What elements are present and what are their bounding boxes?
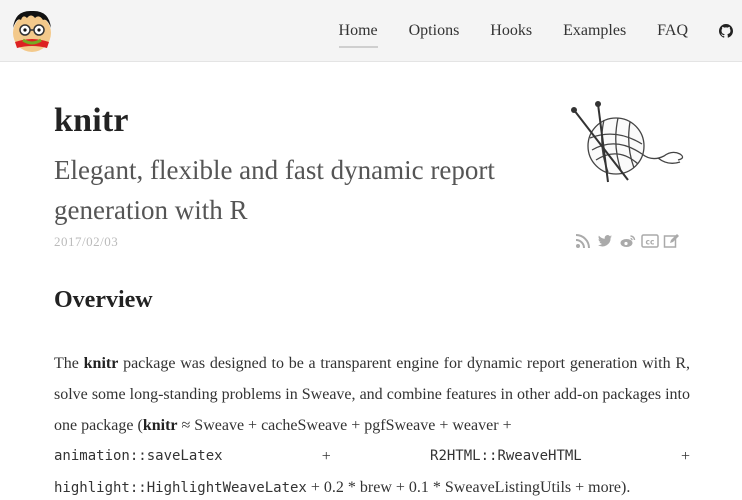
code-highlightweave: highlight::HighlightWeaveLatex [54,480,307,496]
plus-sign-2: + [680,448,690,465]
para-text-1: The [54,355,84,372]
weibo-icon[interactable] [619,233,637,249]
yarn-ball-icon [571,101,684,183]
knitr-bold-2: knitr [142,417,178,434]
post-date: 2017/02/03 [54,234,119,249]
page-title: knitr [54,102,129,139]
nav-hooks[interactable]: Hooks [490,20,532,42]
knitr-logo-icon[interactable] [9,6,55,54]
overview-heading: Overview [54,287,153,313]
code-rweavehtml: R2HTML::RweaveHTML [430,448,582,464]
svg-text:cc: cc [646,238,655,247]
twitter-icon[interactable] [597,233,615,249]
nav-examples[interactable]: Examples [563,20,626,42]
para-text-4: + 0.2 * brew + 0.1 * SweaveListingUtils … [306,479,631,496]
edit-icon[interactable] [663,233,681,249]
cc-icon[interactable]: cc [641,233,659,249]
github-icon[interactable] [719,24,733,38]
code-line: animation::saveLatex + R2HTML::RweaveHTM… [54,441,690,472]
para-text-3: ≈ Sweave + cacheSweave + pgfSweave + wea… [177,417,512,434]
share-icons: cc [575,233,681,249]
page-subtitle: Elegant, flexible and fast dynamic repor… [54,155,495,225]
rss-icon[interactable] [575,233,593,249]
nav-faq[interactable]: FAQ [657,20,688,42]
overview-paragraph: The knitr package was designed to be a t… [54,348,690,500]
code-savelatex: animation::saveLatex [54,448,223,464]
knitr-bold: knitr [83,355,119,372]
top-navbar: Home Options Hooks Examples FAQ [0,0,742,62]
main-nav: Home Options Hooks Examples FAQ [338,0,742,62]
nav-home[interactable]: Home [338,20,378,48]
plus-sign: + [321,448,331,465]
nav-options[interactable]: Options [409,20,460,42]
